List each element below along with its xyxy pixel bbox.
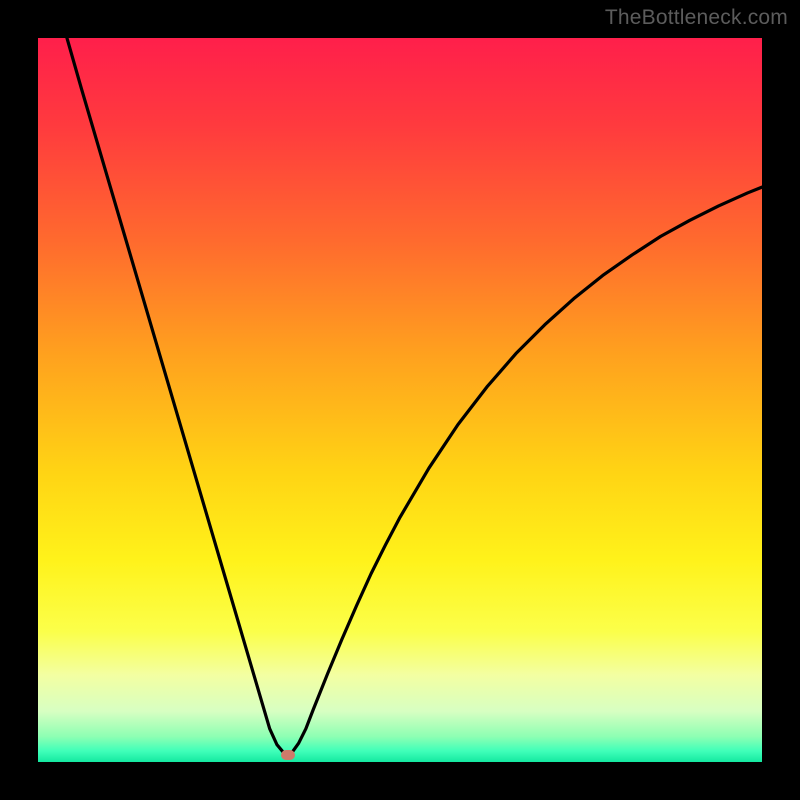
plot-area [38,38,762,762]
bottleneck-curve [38,38,762,762]
optimal-point-marker [281,750,295,760]
watermark-text: TheBottleneck.com [605,6,788,30]
chart-frame: TheBottleneck.com [0,0,800,800]
